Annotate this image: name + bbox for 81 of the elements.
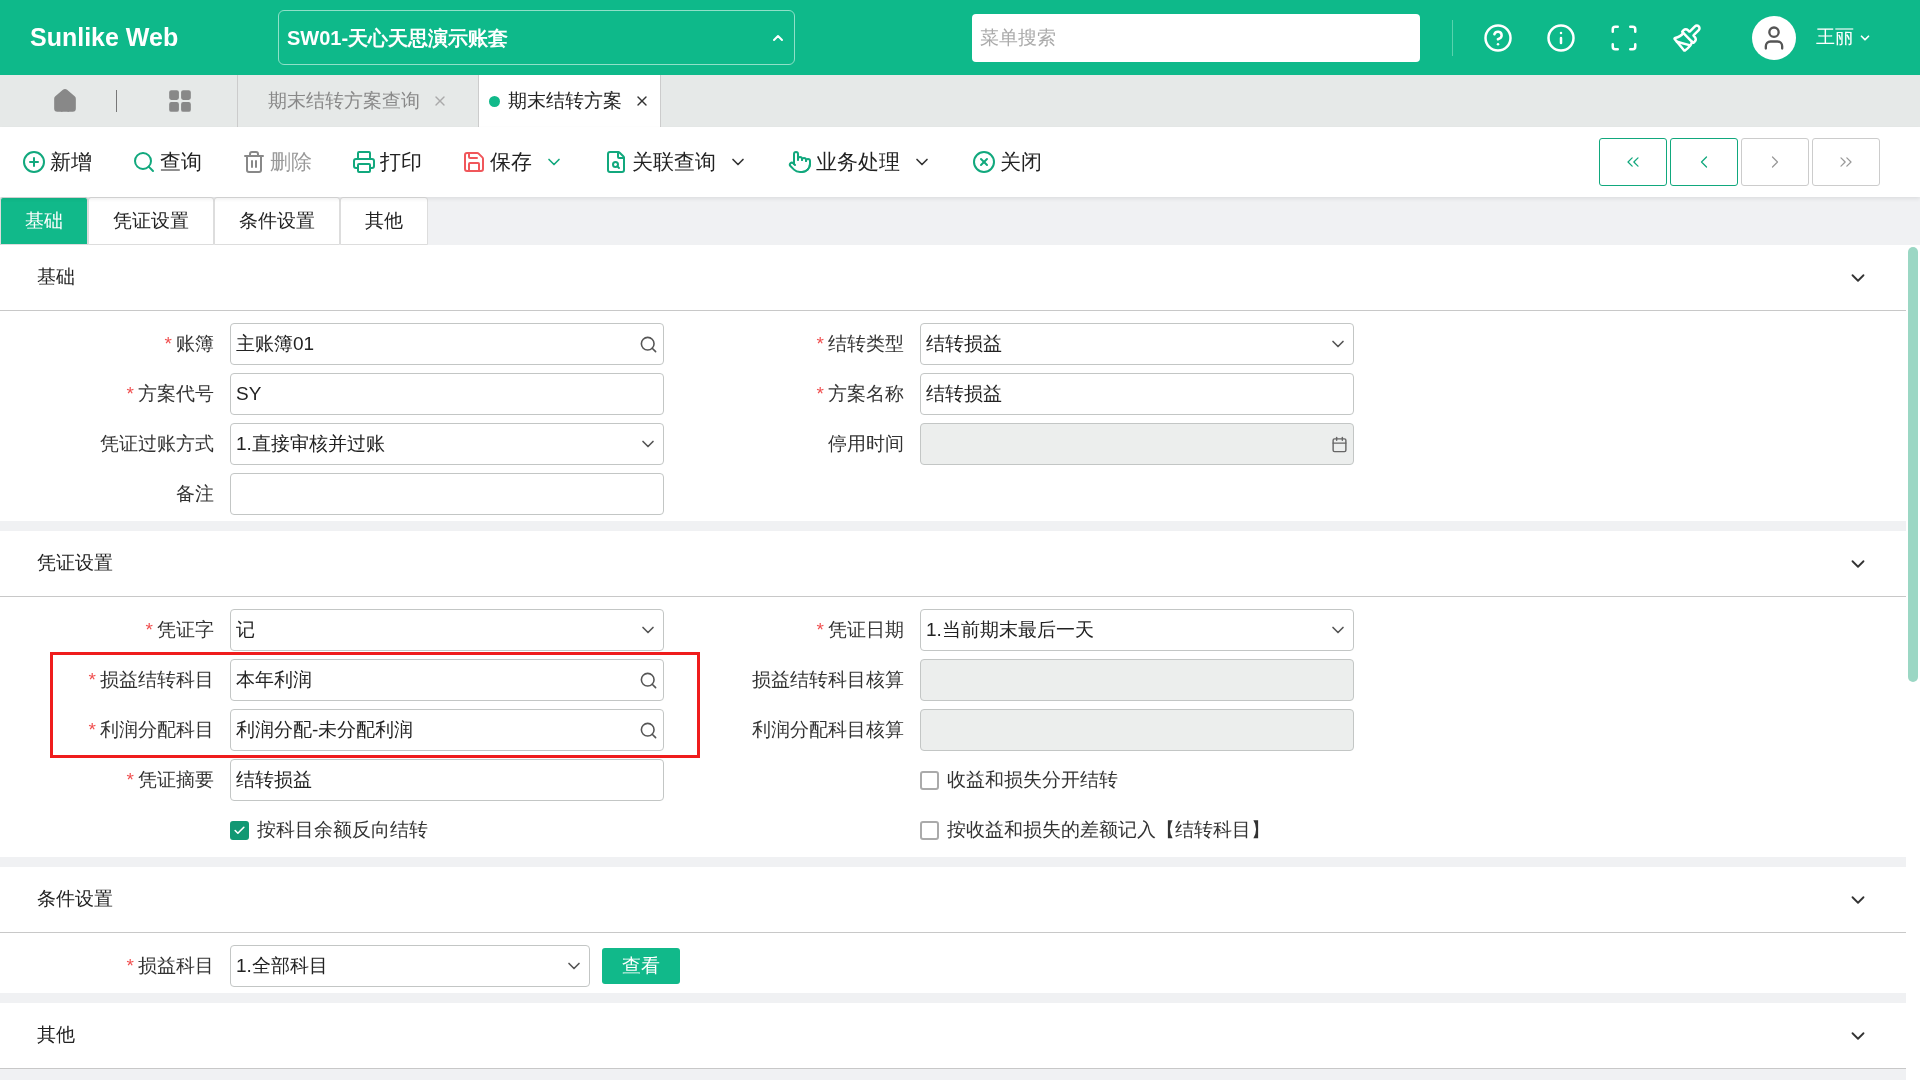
field-label: 损益结转科目 — [100, 667, 214, 692]
toolbar-button[interactable]: 关联查询 — [604, 146, 716, 178]
plus-circle-icon — [22, 150, 46, 174]
scrollbar[interactable] — [1906, 245, 1920, 1080]
form-tab[interactable]: 凭证设置 — [88, 197, 214, 245]
required-mark: * — [88, 667, 96, 692]
select-field[interactable]: 1.当前期末最后一天 — [920, 609, 1354, 651]
trash-icon — [242, 150, 266, 174]
check-icon — [233, 823, 246, 837]
field-label: 方案代号 — [138, 381, 214, 406]
section-title: 凭证设置 — [37, 551, 114, 576]
required-mark: * — [816, 617, 824, 642]
required-mark: * — [164, 331, 172, 356]
nav-button[interactable] — [1599, 138, 1667, 186]
toolbar-button[interactable]: 新增 — [22, 146, 92, 178]
checkbox[interactable] — [920, 770, 939, 790]
input-field[interactable] — [230, 473, 664, 515]
toolbar-button[interactable]: 保存 — [462, 146, 532, 178]
search-icon — [132, 150, 156, 174]
field-label: 停用时间 — [828, 431, 904, 456]
close-icon — [972, 150, 996, 174]
checkbox[interactable] — [920, 820, 939, 840]
input-field[interactable]: 本年利润 — [230, 659, 664, 701]
field-label: 凭证字 — [157, 617, 214, 642]
select-field[interactable]: 结转损益 — [920, 323, 1354, 365]
required-mark: * — [126, 767, 134, 792]
document-search-icon — [604, 150, 628, 174]
input-field[interactable]: 利润分配-未分配利润 — [230, 709, 664, 751]
avatar[interactable] — [1752, 15, 1796, 60]
checkbox-label: 按收益和损失的差额记入【结转科目】 — [947, 817, 1270, 842]
input-field[interactable]: 主账簿01 — [230, 323, 664, 365]
toolbar-button[interactable]: 业务处理 — [788, 146, 900, 178]
field-label: 利润分配科目核算 — [752, 717, 904, 742]
pointer-hand-icon — [788, 150, 812, 174]
info-icon[interactable] — [1546, 22, 1576, 53]
search-icon[interactable] — [639, 720, 658, 740]
toolbar-button[interactable]: 打印 — [352, 146, 422, 178]
save-icon — [462, 150, 486, 174]
form-tab[interactable]: 条件设置 — [214, 197, 340, 245]
help-icon[interactable] — [1483, 22, 1513, 53]
field-label: 结转类型 — [828, 331, 904, 356]
select-field[interactable]: 1.全部科目 — [230, 945, 590, 987]
required-mark: * — [816, 331, 824, 356]
required-mark: * — [88, 717, 96, 742]
field-label: 账簿 — [176, 331, 214, 356]
search-icon[interactable] — [639, 334, 658, 354]
select-field[interactable]: 记 — [230, 609, 664, 651]
required-mark: * — [126, 953, 134, 978]
search-icon[interactable] — [639, 670, 658, 690]
field-label: 凭证过账方式 — [100, 431, 214, 456]
nav-button[interactable] — [1670, 138, 1738, 186]
broom-icon[interactable] — [1672, 22, 1702, 53]
field-label: 方案名称 — [828, 381, 904, 406]
checkbox[interactable] — [230, 820, 249, 840]
field-label: 凭证日期 — [828, 617, 904, 642]
checkbox-label: 按科目余额反向结转 — [257, 817, 428, 842]
field-label: 损益科目 — [138, 953, 214, 978]
field-label: 损益结转科目核算 — [752, 667, 904, 692]
section-title: 条件设置 — [37, 887, 114, 912]
field-label: 凭证摘要 — [138, 767, 214, 792]
section-title: 基础 — [37, 265, 76, 290]
section-title: 其他 — [37, 1023, 76, 1048]
form-tab[interactable]: 其他 — [340, 197, 428, 245]
printer-icon — [352, 150, 376, 174]
toolbar-button[interactable]: 关闭 — [972, 146, 1042, 178]
input-field[interactable]: 结转损益 — [920, 373, 1354, 415]
field-label: 备注 — [176, 481, 214, 506]
field-label: 利润分配科目 — [100, 717, 214, 742]
input-field[interactable]: 结转损益 — [230, 759, 664, 801]
input-field[interactable]: SY — [230, 373, 664, 415]
page-tab[interactable]: 期末结转方案 — [479, 75, 661, 127]
logo: Sunlike Web — [30, 21, 180, 53]
required-mark: * — [145, 617, 153, 642]
required-mark: * — [126, 381, 134, 406]
menu-search-field[interactable]: 菜单搜索 — [972, 13, 1420, 62]
required-mark: * — [816, 381, 824, 406]
home-icon[interactable] — [52, 88, 78, 114]
grid-icon[interactable] — [167, 88, 193, 114]
toolbar-button[interactable]: 查询 — [132, 146, 202, 178]
select-field[interactable]: 1.直接审核并过账 — [230, 423, 664, 465]
checkbox-label: 收益和损失分开结转 — [947, 767, 1118, 792]
